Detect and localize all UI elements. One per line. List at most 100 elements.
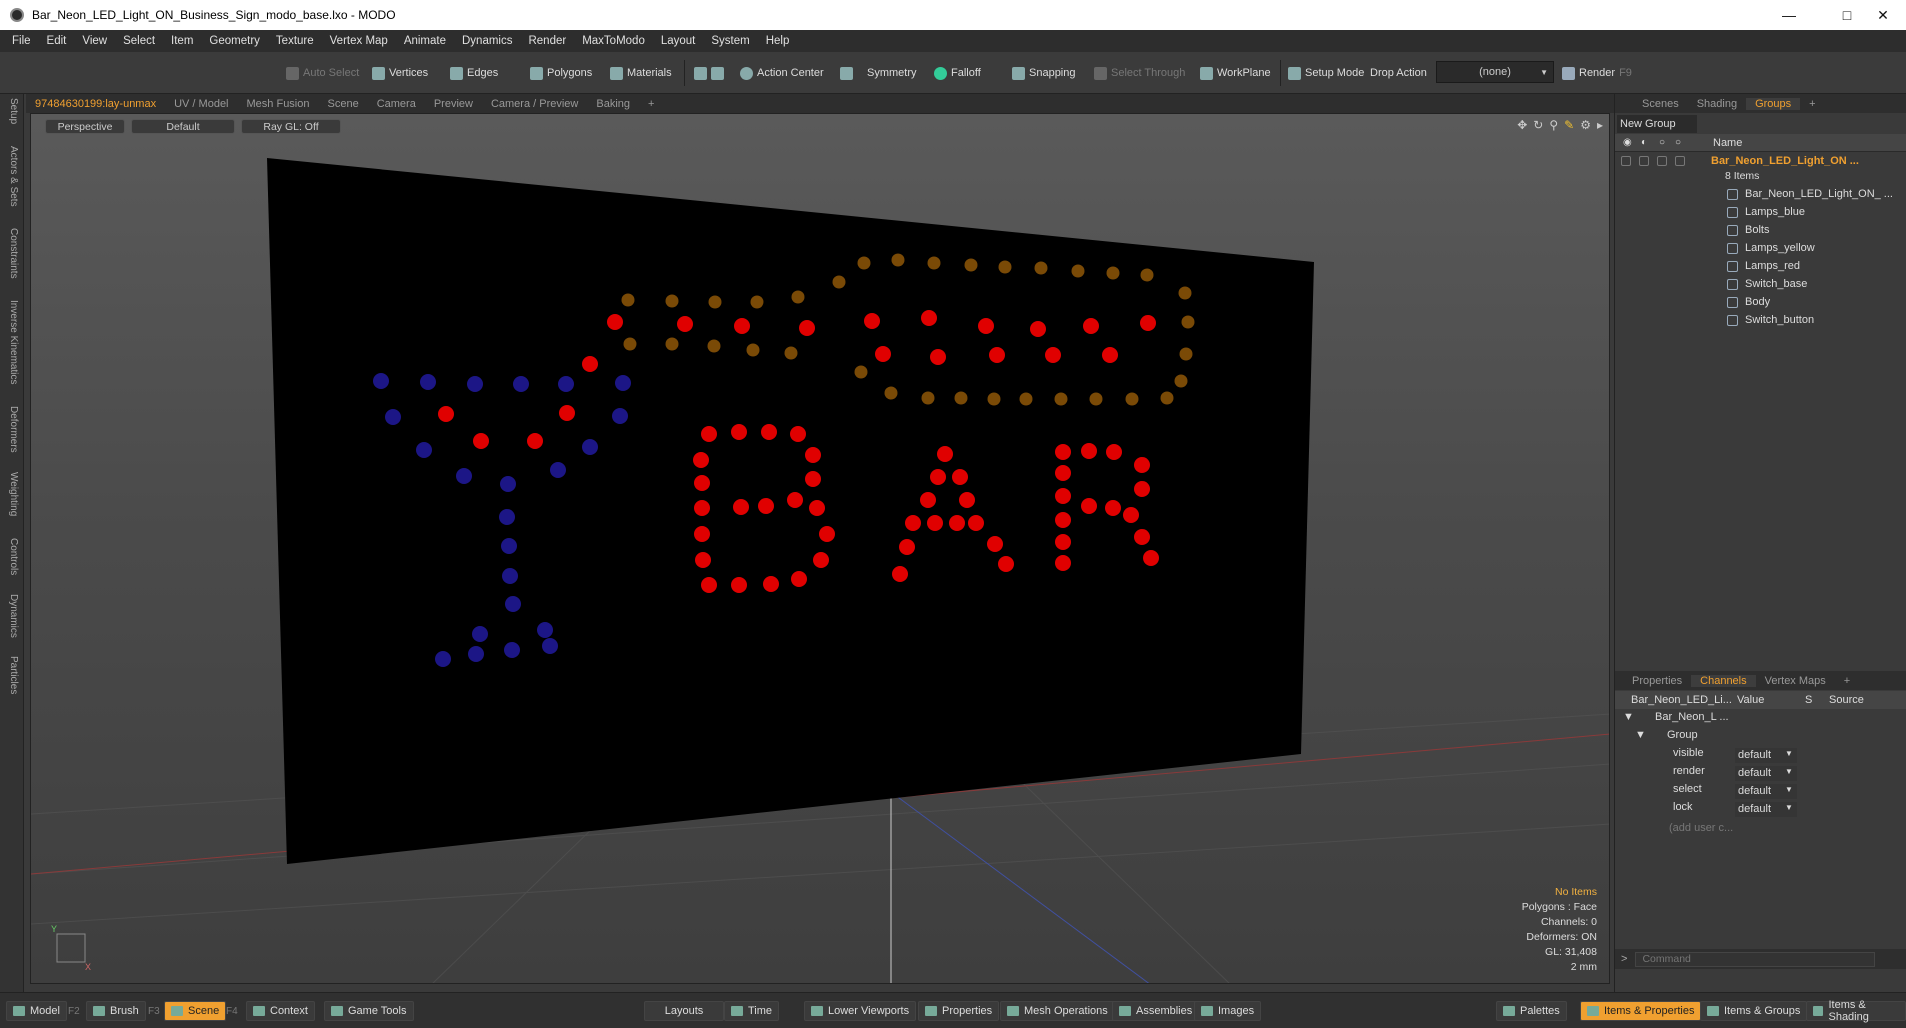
- menu-item[interactable]: Item: [163, 35, 201, 47]
- snapping-button[interactable]: Snapping: [1008, 63, 1080, 83]
- materials-button[interactable]: Materials: [606, 63, 676, 83]
- 3d-viewport[interactable]: Perspective Default Ray GL: Off Y X ✥ ↻ …: [30, 113, 1610, 984]
- brush-layout-button[interactable]: Brush: [86, 1001, 146, 1021]
- group-item-row[interactable]: Bar_Neon_LED_Light_ON_ ...: [1615, 185, 1906, 203]
- items-properties-button[interactable]: Items & Properties: [1580, 1001, 1702, 1021]
- add-tab-button[interactable]: +: [639, 98, 663, 110]
- group-item-row[interactable]: Switch_base: [1615, 275, 1906, 293]
- model-layout-button[interactable]: Model: [6, 1001, 67, 1021]
- layouts-button[interactable]: Layouts: [644, 1001, 724, 1021]
- action-center-button[interactable]: Action Center: [736, 63, 828, 83]
- sign-board[interactable]: [267, 158, 1314, 864]
- tab-mesh-fusion[interactable]: Mesh Fusion: [238, 98, 319, 110]
- tab-dynamics[interactable]: Dynamics: [3, 594, 19, 638]
- menu-dynamics[interactable]: Dynamics: [454, 35, 520, 47]
- gear-icon[interactable]: ⚙: [1580, 118, 1591, 132]
- group-item-row[interactable]: Lamps_blue: [1615, 203, 1906, 221]
- tab-constraints[interactable]: Constraints: [3, 228, 19, 279]
- context-button[interactable]: Context: [246, 1001, 315, 1021]
- play-icon[interactable]: ▸: [1597, 118, 1603, 132]
- auto-select-button[interactable]: Auto Select: [282, 63, 363, 83]
- tab-uv-model[interactable]: UV / Model: [165, 98, 237, 110]
- tab-setup[interactable]: Setup: [3, 98, 19, 124]
- tab-controls[interactable]: Controls: [3, 538, 19, 575]
- menu-file[interactable]: File: [4, 35, 39, 47]
- tab-deformers[interactable]: Deformers: [3, 406, 19, 453]
- menu-maxtomodo[interactable]: MaxToModo: [574, 35, 653, 47]
- mesh-operations-button[interactable]: Mesh Operations: [1000, 1001, 1115, 1021]
- add-tab-button[interactable]: +: [1835, 675, 1859, 687]
- render-toggle[interactable]: [1639, 156, 1649, 166]
- render-button[interactable]: Render F9: [1558, 63, 1636, 83]
- items-groups-button[interactable]: Items & Groups: [1700, 1001, 1808, 1021]
- assemblies-button[interactable]: Assemblies: [1112, 1001, 1200, 1021]
- menu-view[interactable]: View: [74, 35, 115, 47]
- tab-scenes[interactable]: Scenes: [1633, 98, 1688, 110]
- brush-icon[interactable]: ✎: [1564, 118, 1574, 132]
- drop-action-select[interactable]: (none) ▼: [1436, 61, 1554, 83]
- menu-render[interactable]: Render: [520, 35, 574, 47]
- time-button[interactable]: Time: [724, 1001, 780, 1021]
- channel-row[interactable]: render default ▼: [1615, 765, 1906, 783]
- tab-preview[interactable]: Preview: [425, 98, 482, 110]
- group-item-row[interactable]: Lamps_red: [1615, 257, 1906, 275]
- tab-weighting[interactable]: Weighting: [3, 472, 19, 516]
- items-shading-button[interactable]: Items & Shading: [1806, 999, 1906, 1023]
- menu-layout[interactable]: Layout: [653, 35, 704, 47]
- tab-channels[interactable]: Channels: [1691, 674, 1756, 687]
- falloff-button[interactable]: Falloff: [930, 63, 985, 83]
- lower-viewports-button[interactable]: Lower Viewports: [804, 1001, 917, 1021]
- tab-camera-preview[interactable]: Camera / Preview: [482, 98, 587, 110]
- new-group-button[interactable]: New Group: [1617, 115, 1697, 133]
- lock-toggle[interactable]: [1657, 156, 1667, 166]
- collapse-icon[interactable]: ▼: [1635, 729, 1646, 741]
- setup-mode-button[interactable]: Setup Mode: [1284, 63, 1368, 83]
- group-item-row[interactable]: Bolts: [1615, 221, 1906, 239]
- menu-texture[interactable]: Texture: [268, 35, 322, 47]
- collapse-icon[interactable]: ▼: [1623, 711, 1634, 723]
- channel-row[interactable]: select default ▼: [1615, 783, 1906, 801]
- group-item-row[interactable]: Body: [1615, 293, 1906, 311]
- add-tab-button[interactable]: +: [1800, 98, 1824, 110]
- workplane-button[interactable]: WorkPlane: [1196, 63, 1275, 83]
- vertices-button[interactable]: Vertices: [368, 63, 432, 83]
- channel-row[interactable]: visible default ▼: [1615, 747, 1906, 765]
- tab-groups[interactable]: Groups: [1746, 97, 1801, 110]
- polygons-button[interactable]: Polygons: [526, 63, 596, 83]
- tab-shading[interactable]: Shading: [1688, 98, 1746, 110]
- channel-row[interactable]: lock default ▼: [1615, 801, 1906, 819]
- rotate-view-icon[interactable]: ↻: [1533, 118, 1543, 132]
- select-toggle[interactable]: [1675, 156, 1685, 166]
- channels-item-row[interactable]: ▼ Bar_Neon_L ...: [1615, 711, 1906, 729]
- select-through-button[interactable]: Select Through: [1090, 63, 1189, 83]
- game-tools-button[interactable]: Game Tools: [324, 1001, 414, 1021]
- command-input[interactable]: [1635, 951, 1876, 967]
- tab-camera[interactable]: Camera: [368, 98, 425, 110]
- tab-scene[interactable]: Scene: [319, 98, 368, 110]
- group-item-row[interactable]: Lamps_yellow: [1615, 239, 1906, 257]
- tab-vertex-maps[interactable]: Vertex Maps: [1756, 675, 1835, 687]
- menu-animate[interactable]: Animate: [396, 35, 454, 47]
- tab-lay-unmax[interactable]: 97484630199:lay-unmax: [26, 98, 165, 110]
- close-button[interactable]: ✕: [1860, 0, 1906, 30]
- images-button[interactable]: Images: [1194, 1001, 1262, 1021]
- properties-button[interactable]: Properties: [918, 1001, 1000, 1021]
- edges-button[interactable]: Edges: [446, 63, 502, 83]
- palettes-button[interactable]: Palettes: [1496, 1001, 1567, 1021]
- menu-edit[interactable]: Edit: [39, 35, 75, 47]
- visibility-toggle[interactable]: [1621, 156, 1631, 166]
- tab-properties[interactable]: Properties: [1623, 675, 1691, 687]
- tab-baking[interactable]: Baking: [587, 98, 639, 110]
- menu-system[interactable]: System: [703, 35, 757, 47]
- tab-inverse-kinematics[interactable]: Inverse Kinematics: [3, 300, 19, 384]
- move-view-icon[interactable]: ✥: [1517, 118, 1527, 132]
- scene-layout-button[interactable]: Scene: [164, 1001, 227, 1021]
- tab-actors-sets[interactable]: Actors & Sets: [3, 146, 19, 207]
- tab-particles[interactable]: Particles: [3, 656, 19, 694]
- add-user-channel-row[interactable]: (add user c...: [1615, 822, 1906, 840]
- group-item-row[interactable]: Switch_button: [1615, 311, 1906, 329]
- snap-element-button[interactable]: [690, 63, 728, 83]
- menu-help[interactable]: Help: [758, 35, 798, 47]
- symmetry-button[interactable]: Symmetry: [836, 63, 921, 83]
- minimize-button[interactable]: —: [1766, 0, 1812, 30]
